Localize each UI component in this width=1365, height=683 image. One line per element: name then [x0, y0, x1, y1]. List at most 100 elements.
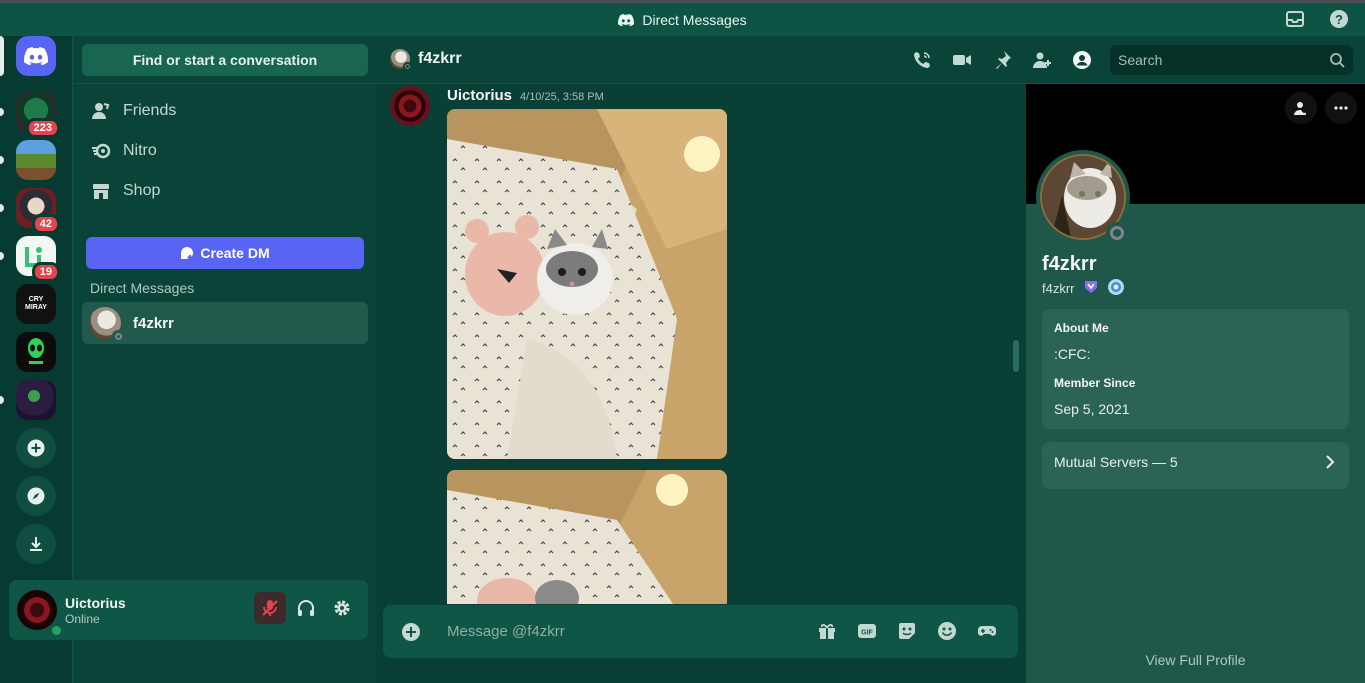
- scrollbar-thumb[interactable]: [1013, 340, 1019, 372]
- add-friend-button[interactable]: [1285, 92, 1317, 124]
- avatar: [89, 307, 124, 342]
- home-button[interactable]: [0, 36, 56, 76]
- message-composer[interactable]: Message @f4zkrr GIF: [383, 605, 1018, 658]
- window-title: Direct Messages: [642, 11, 747, 28]
- add-friend-to-dm-icon[interactable]: [1032, 50, 1052, 75]
- video-call-icon[interactable]: [952, 50, 972, 75]
- mutual-servers-label: Mutual Servers — 5: [1054, 454, 1178, 470]
- about-card: About Me :CFC: Member Since Sep 5, 2021: [1042, 309, 1349, 429]
- view-full-profile-link[interactable]: View Full Profile: [1026, 652, 1365, 668]
- discord-logo-icon: [24, 47, 48, 65]
- mutual-servers-row[interactable]: Mutual Servers — 5: [1042, 442, 1349, 489]
- headphones-icon: [298, 600, 314, 616]
- nav-shop-label: Shop: [123, 182, 161, 199]
- add-server-button[interactable]: [16, 428, 56, 468]
- nitro-icon: [92, 143, 111, 159]
- search-icon: [1329, 52, 1345, 71]
- selected-pill: [0, 36, 4, 76]
- user-status: Online: [65, 611, 100, 626]
- svg-text:?: ?: [1335, 12, 1343, 27]
- new-dm-icon: [181, 247, 194, 260]
- about-me-label: About Me: [1054, 321, 1109, 335]
- offline-status-icon: [112, 330, 124, 342]
- kitten-photo-image: [447, 109, 727, 459]
- activities-icon[interactable]: [977, 621, 997, 646]
- gear-icon: [334, 600, 350, 616]
- image-attachment[interactable]: [447, 470, 727, 604]
- discover-button[interactable]: [16, 476, 56, 516]
- unread-pill: [0, 204, 4, 212]
- message-timestamp: 4/10/25, 3:58 PM: [520, 91, 604, 103]
- composer-area: Message @f4zkrr GIF: [375, 604, 1026, 683]
- message-list: Uictorius 4/10/25, 3:58 PM: [375, 84, 1026, 604]
- server-icon-triocraft[interactable]: [0, 140, 56, 180]
- mute-button[interactable]: [254, 592, 286, 624]
- unread-pill: [0, 252, 4, 260]
- gif-icon[interactable]: GIF: [857, 621, 877, 646]
- plus-icon: [27, 439, 45, 457]
- mention-badge: 223: [25, 118, 60, 138]
- create-dm-button[interactable]: Create DM: [86, 237, 364, 269]
- create-dm-label: Create DM: [200, 245, 270, 261]
- offline-status-icon: [1106, 222, 1128, 244]
- profile-username[interactable]: f4zkrr: [1042, 281, 1075, 296]
- title-bar: Direct Messages ?: [0, 3, 1365, 36]
- chat-header: f4zkrr Search: [375, 36, 1365, 84]
- upload-plus-icon[interactable]: [401, 622, 421, 647]
- voice-call-icon[interactable]: [912, 50, 932, 75]
- find-conversation-button[interactable]: Find or start a conversation: [82, 44, 368, 76]
- user-name: Uictorius: [65, 594, 126, 611]
- download-apps-button[interactable]: [16, 524, 56, 564]
- download-icon: [30, 537, 42, 551]
- message-input[interactable]: Message @f4zkrr: [447, 623, 565, 640]
- user-check-icon: [1294, 102, 1309, 115]
- nav-friends-label: Friends: [123, 102, 177, 119]
- user-profile-icon[interactable]: [1072, 50, 1092, 75]
- dm-section-header: Direct Messages: [90, 280, 195, 296]
- offline-status-icon: [403, 62, 412, 71]
- user-panel: Uictorius Online: [9, 580, 368, 640]
- author-avatar[interactable]: [390, 86, 430, 126]
- about-me-text: :CFC:: [1054, 346, 1091, 362]
- dm-item-f4zkrr[interactable]: f4zkrr: [82, 302, 368, 344]
- pin-icon[interactable]: [992, 50, 1012, 75]
- unread-pill: [0, 396, 4, 404]
- shop-icon: [93, 184, 109, 199]
- server-icon-7[interactable]: [0, 380, 56, 420]
- nav-nitro-label: Nitro: [123, 142, 157, 159]
- mention-badge: 42: [31, 214, 60, 234]
- more-options-button[interactable]: [1325, 92, 1357, 124]
- user-settings-button[interactable]: [326, 592, 358, 624]
- search-input[interactable]: Search: [1110, 45, 1353, 75]
- friends-icon: [92, 103, 110, 119]
- online-status-icon: [49, 623, 63, 637]
- nav-nitro[interactable]: Nitro: [83, 133, 367, 169]
- nav-friends[interactable]: Friends: [83, 93, 367, 129]
- ellipsis-icon: [1334, 106, 1348, 110]
- server-icon-4[interactable]: 19: [0, 236, 60, 282]
- help-icon[interactable]: ?: [1329, 9, 1349, 29]
- server-initials: CRY MIRAY: [25, 296, 47, 311]
- member-since-label: Member Since: [1054, 376, 1136, 390]
- unread-pill: [0, 156, 4, 164]
- boost-badge-icon[interactable]: [1107, 278, 1125, 299]
- dm-name: f4zkrr: [133, 314, 174, 332]
- image-attachment[interactable]: [447, 109, 727, 459]
- server-icon-6[interactable]: [16, 332, 56, 372]
- sticker-icon[interactable]: [897, 621, 917, 646]
- emoji-icon[interactable]: [937, 621, 957, 646]
- nav-shop[interactable]: Shop: [83, 173, 367, 209]
- server-icon-1[interactable]: 223: [0, 92, 60, 138]
- discord-icon: [618, 13, 635, 26]
- deafen-button[interactable]: [290, 592, 322, 624]
- alien-skull-icon: [28, 338, 44, 364]
- gift-icon[interactable]: [817, 621, 837, 646]
- message-author[interactable]: Uictorius: [447, 87, 512, 104]
- server-icon-3[interactable]: 42: [0, 188, 60, 234]
- kitten-photo-image: [447, 470, 727, 604]
- server-icon-cry-miray[interactable]: CRY MIRAY: [16, 284, 56, 324]
- nitro-badge-icon[interactable]: [1083, 279, 1099, 298]
- inbox-icon[interactable]: [1285, 9, 1305, 29]
- mention-badge: 19: [31, 262, 60, 282]
- profile-tag-row: f4zkrr: [1042, 278, 1125, 299]
